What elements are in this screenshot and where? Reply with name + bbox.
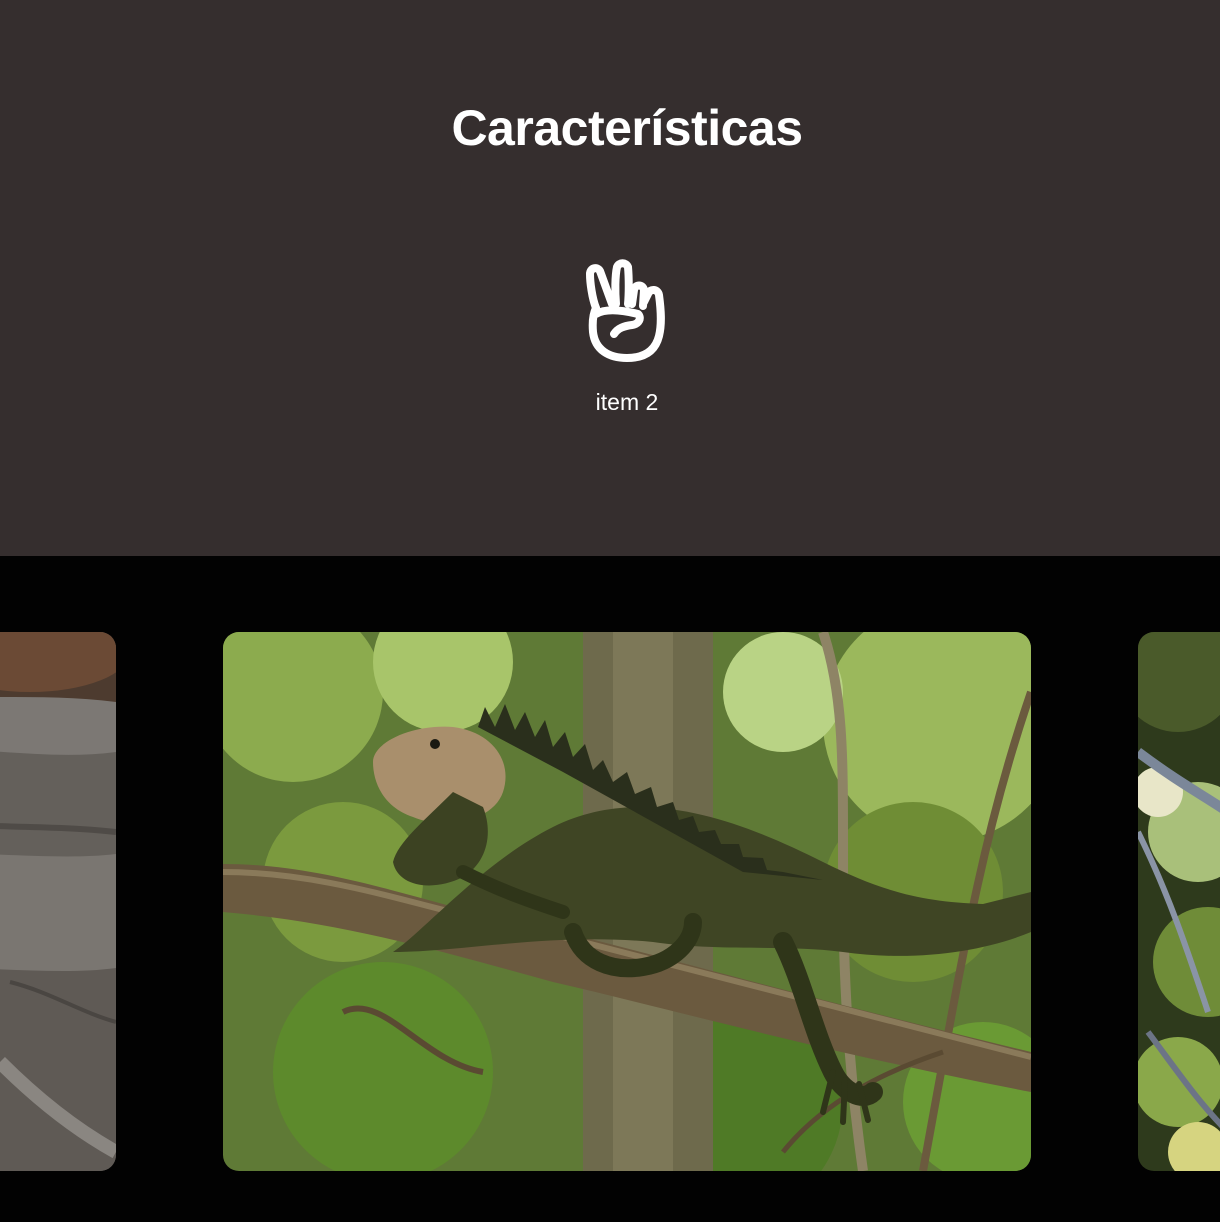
image-carousel[interactable]: [0, 556, 1220, 1222]
peace-hand-icon: [586, 259, 665, 362]
rocks-photo: [0, 632, 116, 1171]
iguana-on-branch-photo: [223, 632, 1031, 1171]
feature-label: item 2: [595, 389, 659, 415]
carousel-slide-current[interactable]: [223, 632, 1031, 1171]
carousel-slide-previous[interactable]: [0, 632, 116, 1171]
carousel-slide-next[interactable]: [1138, 632, 1220, 1171]
feature-item: item 2: [567, 258, 687, 416]
features-section: Características item 2: [0, 0, 1220, 556]
section-title: Características: [451, 100, 803, 156]
forest-photo: [1138, 632, 1220, 1171]
